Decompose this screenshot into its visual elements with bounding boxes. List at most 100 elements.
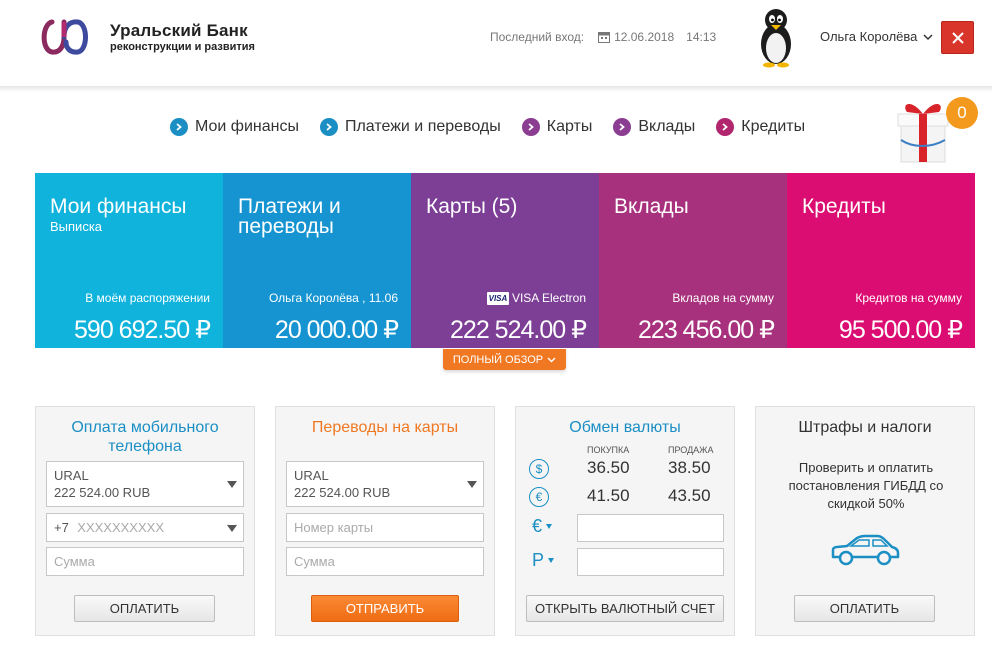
phone-field[interactable]: +7 XXXXXXXXXX bbox=[46, 513, 244, 542]
chevron-right-icon bbox=[521, 118, 540, 136]
tile-caption: Ольга Королёва , 11.06 bbox=[268, 291, 398, 305]
tile-payments[interactable]: Платежи и переводы Ольга Королёва , 11.0… bbox=[223, 173, 411, 348]
nav-item-label: Карты bbox=[546, 118, 593, 135]
card-type-label: VISA Electron bbox=[511, 291, 586, 305]
header: Уральский Банк реконструкции и развития … bbox=[0, 0, 992, 86]
tile-credits[interactable]: Кредиты Кредитов на сумму 95 500.00 ₽ bbox=[787, 173, 975, 348]
pay-fines-button[interactable]: ОПЛАТИТЬ bbox=[794, 595, 935, 622]
user-name: Ольга Королёва bbox=[820, 29, 918, 44]
user-menu[interactable]: Ольга Королёва bbox=[820, 29, 933, 44]
ruble-symbol: Р bbox=[532, 550, 545, 570]
calendar-icon bbox=[598, 32, 611, 43]
user-avatar[interactable] bbox=[758, 6, 794, 68]
from-currency-select[interactable]: € bbox=[532, 516, 553, 537]
nav-item-deposits[interactable]: Вклады bbox=[613, 118, 695, 136]
widget-title: Оплата мобильного телефона bbox=[71, 419, 219, 455]
tile-amount: 223 456.00 ₽ bbox=[638, 316, 775, 344]
tile-amount: 95 500.00 ₽ bbox=[838, 316, 963, 344]
nav-item-payments[interactable]: Платежи и переводы bbox=[319, 118, 501, 136]
nav-item-label: Мои финансы bbox=[195, 118, 299, 135]
dollar-icon: $ bbox=[529, 459, 549, 479]
sell-label: ПРОДАЖА bbox=[668, 445, 714, 455]
widget-currency-exchange: Обмен валюты ПОКУПКА ПРОДАЖА $ 36.50 38.… bbox=[515, 406, 735, 636]
tile-cards[interactable]: Карты (5) VISA VISA Electron 222 524.00 … bbox=[411, 173, 599, 348]
tile-amount: 222 524.00 ₽ bbox=[450, 316, 587, 344]
header-divider bbox=[0, 86, 992, 92]
chevron-down-icon bbox=[923, 33, 933, 40]
summary-tiles: Мои финансы Выписка В моём распоряжении … bbox=[35, 173, 975, 348]
tile-deposits[interactable]: Вклады Вкладов на сумму 223 456.00 ₽ bbox=[599, 173, 787, 348]
usd-buy-rate: 36.50 bbox=[587, 458, 630, 477]
tile-amount: 20 000.00 ₽ bbox=[274, 316, 399, 344]
tile-caption: Кредитов на сумму bbox=[855, 291, 962, 305]
dropdown-arrow-icon bbox=[227, 525, 237, 532]
phone-prefix: +7 bbox=[54, 520, 69, 535]
gift-icon[interactable] bbox=[893, 96, 953, 166]
account-name: URAL bbox=[294, 468, 329, 483]
phone-placeholder: XXXXXXXXXX bbox=[77, 520, 164, 535]
last-login-time: 14:13 bbox=[686, 30, 717, 44]
chevron-right-icon bbox=[319, 118, 338, 136]
euro-icon: € bbox=[529, 487, 549, 507]
bank-name-line2: реконструкции и развития bbox=[110, 41, 255, 53]
fines-description: Проверить и оплатить постановления ГИБДД… bbox=[788, 460, 944, 511]
nav-item-label: Кредиты bbox=[741, 118, 806, 135]
nav-item-label: Платежи и переводы bbox=[344, 118, 501, 135]
to-currency-select[interactable]: Р bbox=[532, 550, 555, 571]
chevron-right-icon bbox=[613, 118, 632, 136]
to-amount-input[interactable] bbox=[577, 548, 724, 576]
tile-subtitle-statement[interactable]: Выписка bbox=[50, 219, 102, 234]
visa-icon: VISA bbox=[486, 291, 509, 305]
widget-fines-taxes: Штрафы и налоги Проверить и оплатить пос… bbox=[755, 406, 975, 636]
widget-card-transfer: Переводы на карты URAL 222 524.00 RUB Но… bbox=[275, 406, 495, 636]
account-select[interactable]: URAL 222 524.00 RUB bbox=[46, 461, 244, 507]
nav-item-credits[interactable]: Кредиты bbox=[716, 118, 805, 136]
main-nav: Мои финансы Платежи и переводы Карты Вкл… bbox=[170, 118, 826, 136]
amount-field[interactable]: Сумма bbox=[286, 547, 484, 576]
tile-title: Карты (5) bbox=[426, 195, 518, 218]
tile-amount: 590 692.50 ₽ bbox=[74, 316, 211, 344]
card-number-field[interactable]: Номер карты bbox=[286, 513, 484, 542]
tile-title: Мои финансы bbox=[50, 195, 187, 218]
tile-finances[interactable]: Мои финансы Выписка В моём распоряжении … bbox=[35, 173, 223, 348]
nav-item-finances[interactable]: Мои финансы bbox=[170, 118, 299, 136]
chevron-right-icon bbox=[170, 118, 188, 136]
from-amount-input[interactable] bbox=[577, 514, 724, 542]
full-overview-button[interactable]: ПОЛНЫЙ ОБЗОР bbox=[443, 349, 566, 370]
widget-title: Обмен валюты bbox=[569, 419, 681, 436]
dropdown-arrow-icon bbox=[548, 558, 555, 563]
amount-field[interactable]: Сумма bbox=[46, 547, 244, 576]
send-transfer-button[interactable]: ОТПРАВИТЬ bbox=[311, 595, 459, 622]
tile-caption-card: VISA VISA Electron bbox=[486, 291, 586, 305]
open-currency-account-button[interactable]: ОТКРЫТЬ ВАЛЮТНЫЙ СЧЕТ bbox=[526, 595, 724, 622]
pay-mobile-button[interactable]: ОПЛАТИТЬ bbox=[74, 595, 215, 622]
euro-symbol: € bbox=[532, 516, 543, 536]
usd-sell-rate: 38.50 bbox=[668, 458, 711, 477]
account-select[interactable]: URAL 222 524.00 RUB bbox=[286, 461, 484, 507]
tile-title: Вклады bbox=[614, 195, 689, 218]
tile-title: Платежи и переводы bbox=[238, 195, 341, 238]
eur-sell-rate: 43.50 bbox=[668, 486, 711, 505]
logout-button[interactable] bbox=[941, 21, 974, 54]
bank-logo[interactable] bbox=[40, 16, 92, 58]
gift-count-badge[interactable]: 0 bbox=[946, 97, 978, 129]
nav-item-cards[interactable]: Карты bbox=[521, 118, 593, 136]
widget-title: Штрафы и налоги bbox=[798, 419, 932, 436]
car-icon bbox=[831, 534, 900, 566]
tile-caption: Вкладов на сумму bbox=[672, 291, 774, 305]
chevron-right-icon bbox=[716, 118, 735, 136]
account-balance: 222 524.00 RUB bbox=[294, 485, 391, 500]
chevron-down-icon bbox=[547, 357, 556, 363]
last-login-date: 12.06.2018 bbox=[614, 30, 675, 44]
dropdown-arrow-icon bbox=[227, 481, 237, 488]
bank-name-line1: Уральский Банк bbox=[110, 21, 248, 40]
dropdown-arrow-icon bbox=[546, 524, 553, 529]
buy-label: ПОКУПКА bbox=[587, 445, 630, 455]
eur-buy-rate: 41.50 bbox=[587, 486, 630, 505]
widget-mobile-payment: Оплата мобильного телефона URAL 222 524.… bbox=[35, 406, 255, 636]
full-overview-label: ПОЛНЫЙ ОБЗОР bbox=[452, 353, 544, 366]
tile-caption: В моём распоряжении bbox=[85, 291, 210, 305]
last-login-label: Последний вход: bbox=[490, 30, 585, 44]
close-icon bbox=[951, 31, 964, 44]
nav-item-label: Вклады bbox=[638, 118, 696, 135]
